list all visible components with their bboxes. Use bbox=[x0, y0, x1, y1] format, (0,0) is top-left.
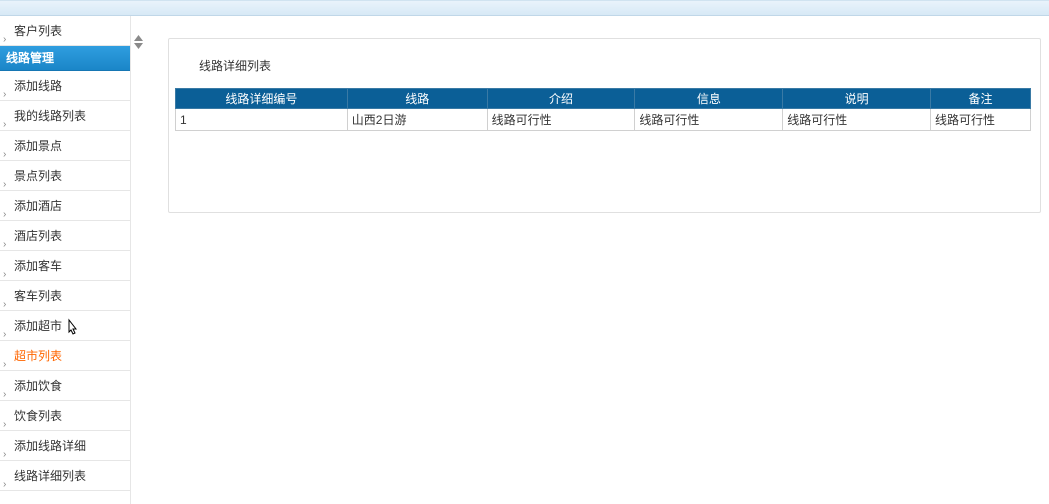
table-cell: 线路可行性 bbox=[931, 109, 1031, 131]
table-header-1: 线路 bbox=[347, 89, 487, 109]
scroll-handle-icon[interactable] bbox=[134, 34, 143, 50]
chevron-right-icon: › bbox=[3, 230, 9, 236]
sidebar-item-0[interactable]: › 添加线路 bbox=[0, 71, 130, 101]
sidebar-item-label: 添加饮食 bbox=[14, 379, 62, 393]
panel: 线路详细列表 线路详细编号线路介绍信息说明备注 1山西2日游线路可行性线路可行性… bbox=[168, 38, 1041, 213]
sidebar-item-label: 添加景点 bbox=[14, 139, 62, 153]
chevron-right-icon: › bbox=[3, 170, 9, 176]
table-cell: 线路可行性 bbox=[635, 109, 783, 131]
table-header-0: 线路详细编号 bbox=[176, 89, 348, 109]
sidebar-item-label: 酒店列表 bbox=[14, 229, 62, 243]
sidebar-item-label: 饮食列表 bbox=[14, 409, 62, 423]
sidebar-item-label: 添加线路详细 bbox=[14, 439, 86, 453]
sidebar-item-label: 添加超市 bbox=[14, 319, 62, 333]
pane-divider bbox=[131, 16, 146, 504]
sidebar-item-4[interactable]: › 添加酒店 bbox=[0, 191, 130, 221]
sidebar-item-5[interactable]: › 酒店列表 bbox=[0, 221, 130, 251]
chevron-right-icon: › bbox=[3, 260, 9, 266]
sidebar-item-label: 客户列表 bbox=[14, 24, 62, 38]
sidebar-item-customer-list[interactable]: › 客户列表 bbox=[0, 16, 130, 46]
sidebar-item-10[interactable]: › 添加饮食 bbox=[0, 371, 130, 401]
main-content: 线路详细列表 线路详细编号线路介绍信息说明备注 1山西2日游线路可行性线路可行性… bbox=[146, 16, 1049, 504]
app-page: › 客户列表 线路管理 ›添加线路›我的线路列表›添加景点›景点列表›添加酒店›… bbox=[0, 0, 1049, 504]
table-cell: 线路可行性 bbox=[487, 109, 635, 131]
sidebar-item-label: 客车列表 bbox=[14, 289, 62, 303]
chevron-right-icon: › bbox=[3, 140, 9, 146]
chevron-right-icon: › bbox=[3, 380, 9, 386]
table-header-5: 备注 bbox=[931, 89, 1031, 109]
sidebar-item-label: 线路详细列表 bbox=[14, 469, 86, 483]
sidebar-item-13[interactable]: › 线路详细列表 bbox=[0, 461, 130, 491]
topbar bbox=[0, 1, 1049, 16]
sidebar-item-label: 超市列表 bbox=[14, 349, 62, 363]
chevron-right-icon: › bbox=[3, 290, 9, 296]
chevron-right-icon: › bbox=[3, 320, 9, 326]
sidebar-item-9[interactable]: › 超市列表 bbox=[0, 341, 130, 371]
sidebar-item-label: 添加客车 bbox=[14, 259, 62, 273]
sidebar-item-11[interactable]: › 饮食列表 bbox=[0, 401, 130, 431]
sidebar-item-label: 我的线路列表 bbox=[14, 109, 86, 123]
chevron-right-icon: › bbox=[3, 470, 9, 476]
sidebar-item-label: 添加酒店 bbox=[14, 199, 62, 213]
panel-title: 线路详细列表 bbox=[169, 57, 1040, 88]
sidebar-item-1[interactable]: › 我的线路列表 bbox=[0, 101, 130, 131]
sidebar-item-12[interactable]: › 添加线路详细 bbox=[0, 431, 130, 461]
sidebar: › 客户列表 线路管理 ›添加线路›我的线路列表›添加景点›景点列表›添加酒店›… bbox=[0, 16, 131, 504]
table-cell: 1 bbox=[176, 109, 348, 131]
sidebar-item-7[interactable]: › 客车列表 bbox=[0, 281, 130, 311]
chevron-right-icon: › bbox=[3, 25, 9, 31]
route-detail-table: 线路详细编号线路介绍信息说明备注 1山西2日游线路可行性线路可行性线路可行性线路… bbox=[175, 88, 1031, 131]
table-header-3: 信息 bbox=[635, 89, 783, 109]
chevron-right-icon: › bbox=[3, 200, 9, 206]
sidebar-group-label: 线路管理 bbox=[6, 51, 54, 65]
chevron-right-icon: › bbox=[3, 440, 9, 446]
sidebar-item-8[interactable]: › 添加超市 bbox=[0, 311, 130, 341]
sidebar-item-2[interactable]: › 添加景点 bbox=[0, 131, 130, 161]
table-row[interactable]: 1山西2日游线路可行性线路可行性线路可行性线路可行性 bbox=[176, 109, 1031, 131]
chevron-right-icon: › bbox=[3, 110, 9, 116]
sidebar-item-3[interactable]: › 景点列表 bbox=[0, 161, 130, 191]
table-header-2: 介绍 bbox=[487, 89, 635, 109]
sidebar-item-label: 添加线路 bbox=[14, 79, 62, 93]
sidebar-group-route-mgmt[interactable]: 线路管理 bbox=[0, 46, 130, 71]
chevron-right-icon: › bbox=[3, 80, 9, 86]
chevron-right-icon: › bbox=[3, 410, 9, 416]
table-cell: 山西2日游 bbox=[347, 109, 487, 131]
table-cell: 线路可行性 bbox=[783, 109, 931, 131]
chevron-right-icon: › bbox=[3, 350, 9, 356]
sidebar-item-label: 景点列表 bbox=[14, 169, 62, 183]
table-header-4: 说明 bbox=[783, 89, 931, 109]
sidebar-item-6[interactable]: › 添加客车 bbox=[0, 251, 130, 281]
